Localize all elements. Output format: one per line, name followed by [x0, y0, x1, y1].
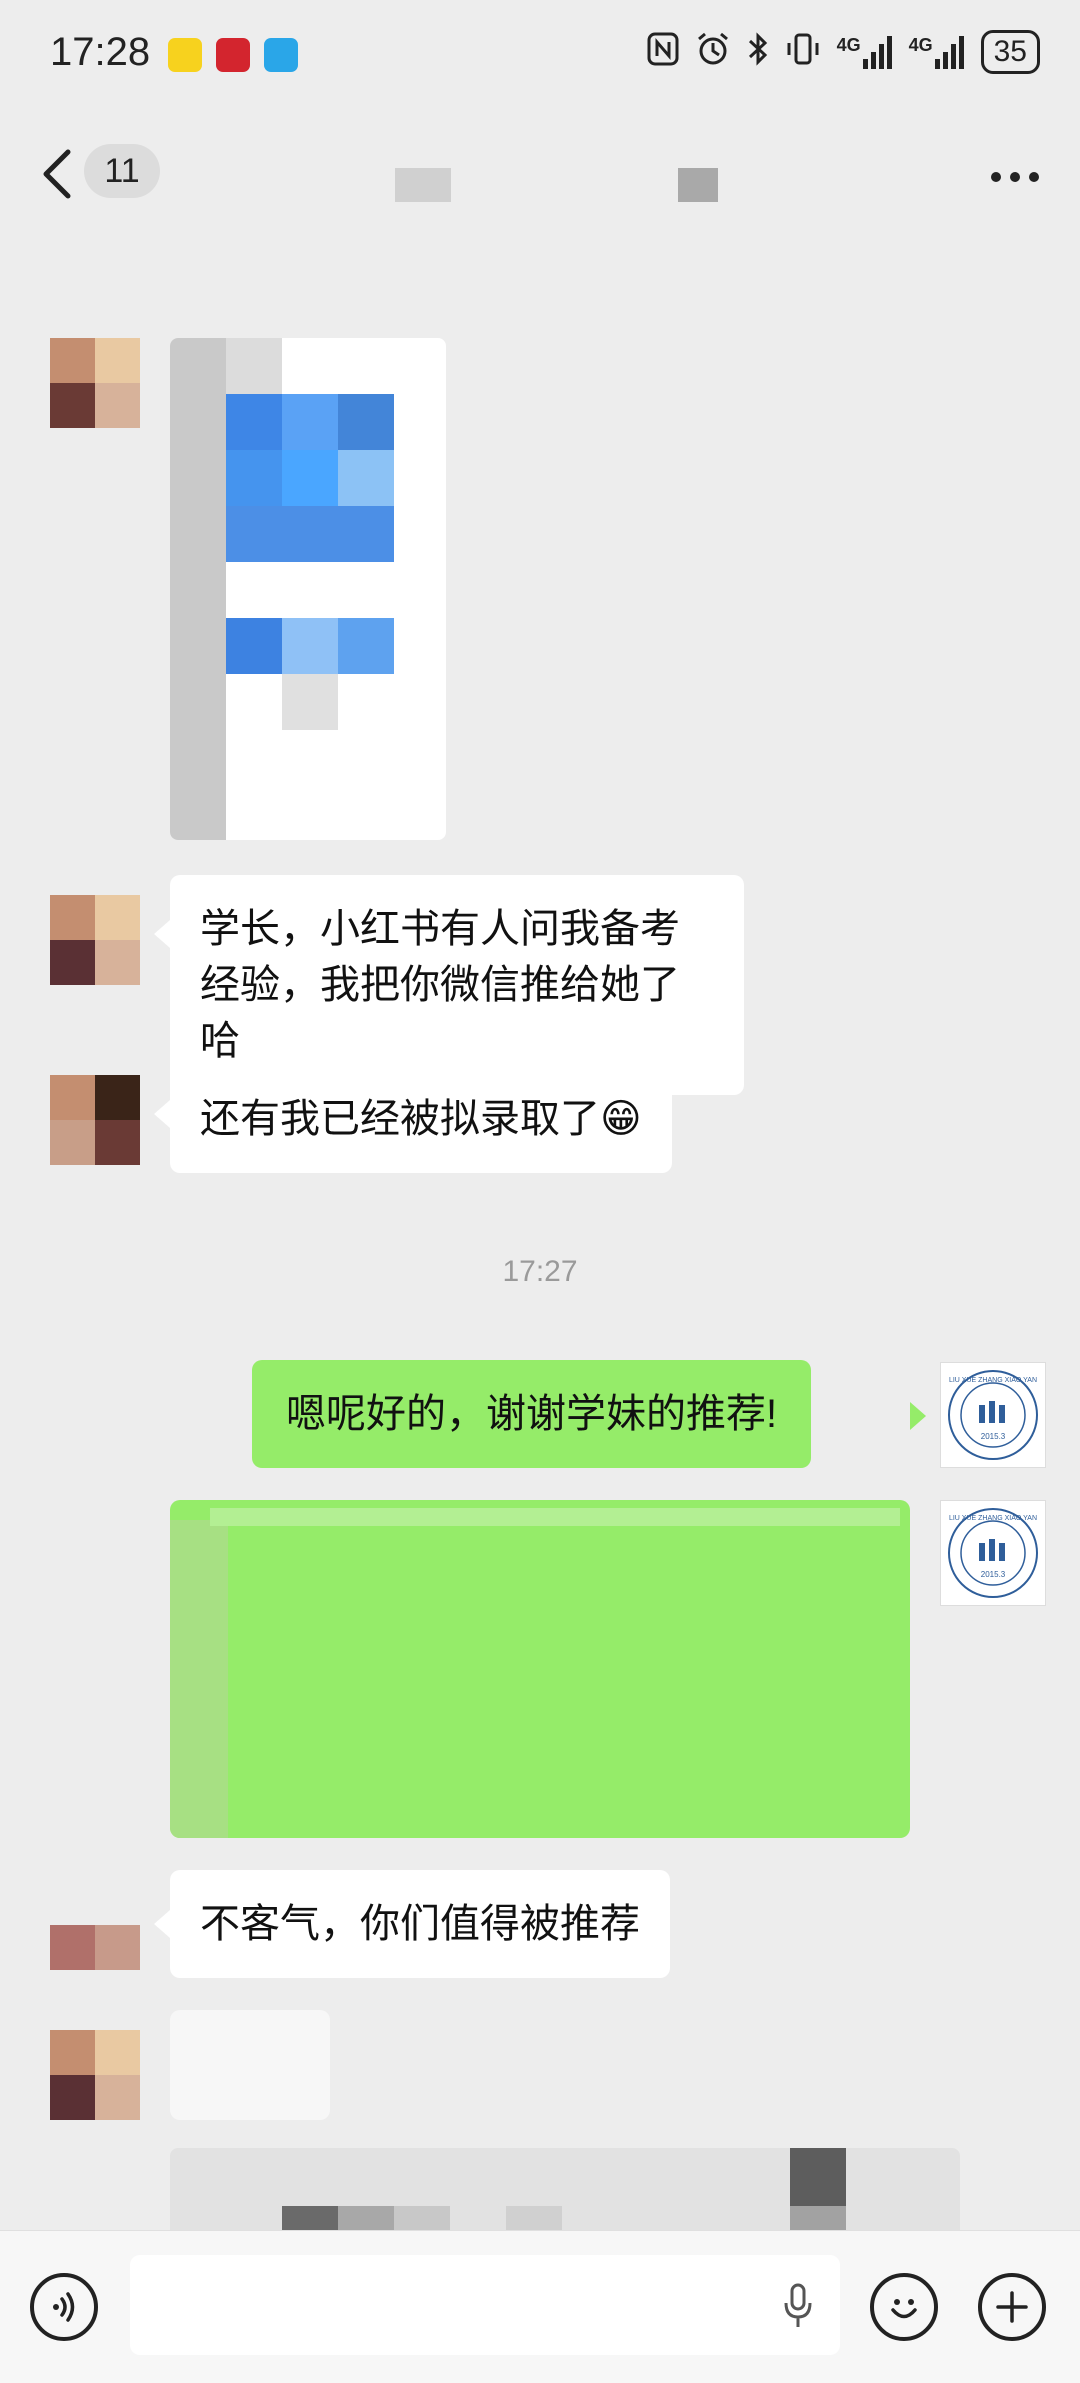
back-button[interactable]	[40, 148, 74, 205]
message-text: 学长，小红书有人问我备考经验，我把你微信推给她了哈	[200, 907, 680, 1063]
status-bar: 17:28 4G 4G 35	[0, 0, 1080, 110]
chat-title-blurred	[395, 168, 451, 202]
contact-avatar[interactable]	[50, 1880, 140, 1970]
status-time: 17:28	[50, 30, 151, 74]
my-avatar[interactable]: LIU XUE ZHANG XIAO YAN 2015.3	[940, 1500, 1046, 1606]
school-seal-logo: LIU XUE ZHANG XIAO YAN 2015.3	[948, 1508, 1038, 1598]
school-seal-logo: LIU XUE ZHANG XIAO YAN 2015.3	[948, 1370, 1038, 1460]
app-notification-icon-2	[216, 38, 250, 72]
svg-text:2015.3: 2015.3	[981, 1432, 1006, 1441]
bubble-tail	[154, 920, 170, 948]
chat-header: 11	[0, 110, 1080, 235]
message-bubble-in[interactable]: 学长，小红书有人问我备考经验，我把你微信推给她了哈	[170, 875, 744, 1095]
message-timestamp: 17:27	[502, 1255, 578, 1288]
svg-text:2015.3: 2015.3	[981, 1570, 1006, 1579]
message-bubble-in-blurred[interactable]	[170, 2010, 330, 2120]
vibrate-icon	[785, 31, 821, 74]
bluetooth-icon	[747, 31, 769, 74]
unread-count-badge[interactable]: 11	[84, 144, 160, 198]
smiley-icon	[891, 2299, 917, 2319]
add-more-button[interactable]	[978, 2273, 1046, 2341]
battery-icon: 35	[980, 30, 1040, 74]
input-bar	[0, 2230, 1080, 2383]
message-bubble-out[interactable]: 嗯呢好的，谢谢学妹的推荐!	[252, 1360, 812, 1468]
more-options-button[interactable]	[990, 144, 1040, 194]
contact-avatar[interactable]	[50, 338, 140, 428]
bubble-tail	[154, 1910, 170, 1938]
message-text: 还有我已经被拟录取了	[200, 1097, 600, 1141]
mic-icon	[784, 2283, 812, 2327]
svg-text:LIU XUE ZHANG XIAO YAN: LIU XUE ZHANG XIAO YAN	[949, 1377, 1037, 1384]
bubble-tail	[154, 1100, 170, 1128]
voice-wave-icon	[53, 2292, 75, 2322]
image-message-blurred[interactable]	[170, 338, 446, 840]
status-icons: 4G 4G 35	[647, 30, 1040, 74]
app-notification-icon-3	[264, 38, 298, 72]
message-bubble-in[interactable]: 还有我已经被拟录取了😁	[170, 1065, 672, 1173]
mic-button[interactable]	[782, 2283, 814, 2334]
message-bubble-in[interactable]: 不客气，你们值得被推荐	[170, 1870, 670, 1978]
voice-input-button[interactable]	[30, 2273, 98, 2341]
contact-avatar[interactable]	[50, 1075, 140, 1165]
more-dots-icon	[991, 172, 1039, 182]
alarm-icon	[695, 31, 731, 74]
contact-avatar[interactable]	[50, 895, 140, 985]
bubble-tail	[910, 1402, 926, 1430]
message-input[interactable]	[130, 2255, 840, 2355]
chat-title-blurred-2	[678, 168, 718, 202]
signal-4g-icon: 4G	[837, 35, 893, 69]
message-text: 不客气，你们值得被推荐	[200, 1902, 640, 1946]
emoji-button[interactable]	[870, 2273, 938, 2341]
nfc-icon	[647, 32, 679, 73]
svg-text:LIU XUE ZHANG XIAO YAN: LIU XUE ZHANG XIAO YAN	[949, 1515, 1037, 1522]
app-notification-icon-1	[168, 38, 202, 72]
chevron-left-icon	[43, 149, 71, 199]
message-text: 嗯呢好的，谢谢学妹的推荐!	[286, 1392, 778, 1436]
message-bubble-out-blurred[interactable]	[170, 1500, 910, 1838]
plus-icon	[996, 2291, 1028, 2323]
grin-emoji-icon: 😁	[600, 1097, 642, 1141]
signal-4g-icon-2: 4G	[909, 35, 965, 69]
my-avatar[interactable]: LIU XUE ZHANG XIAO YAN 2015.3	[940, 1362, 1046, 1468]
contact-avatar[interactable]	[50, 2030, 140, 2120]
